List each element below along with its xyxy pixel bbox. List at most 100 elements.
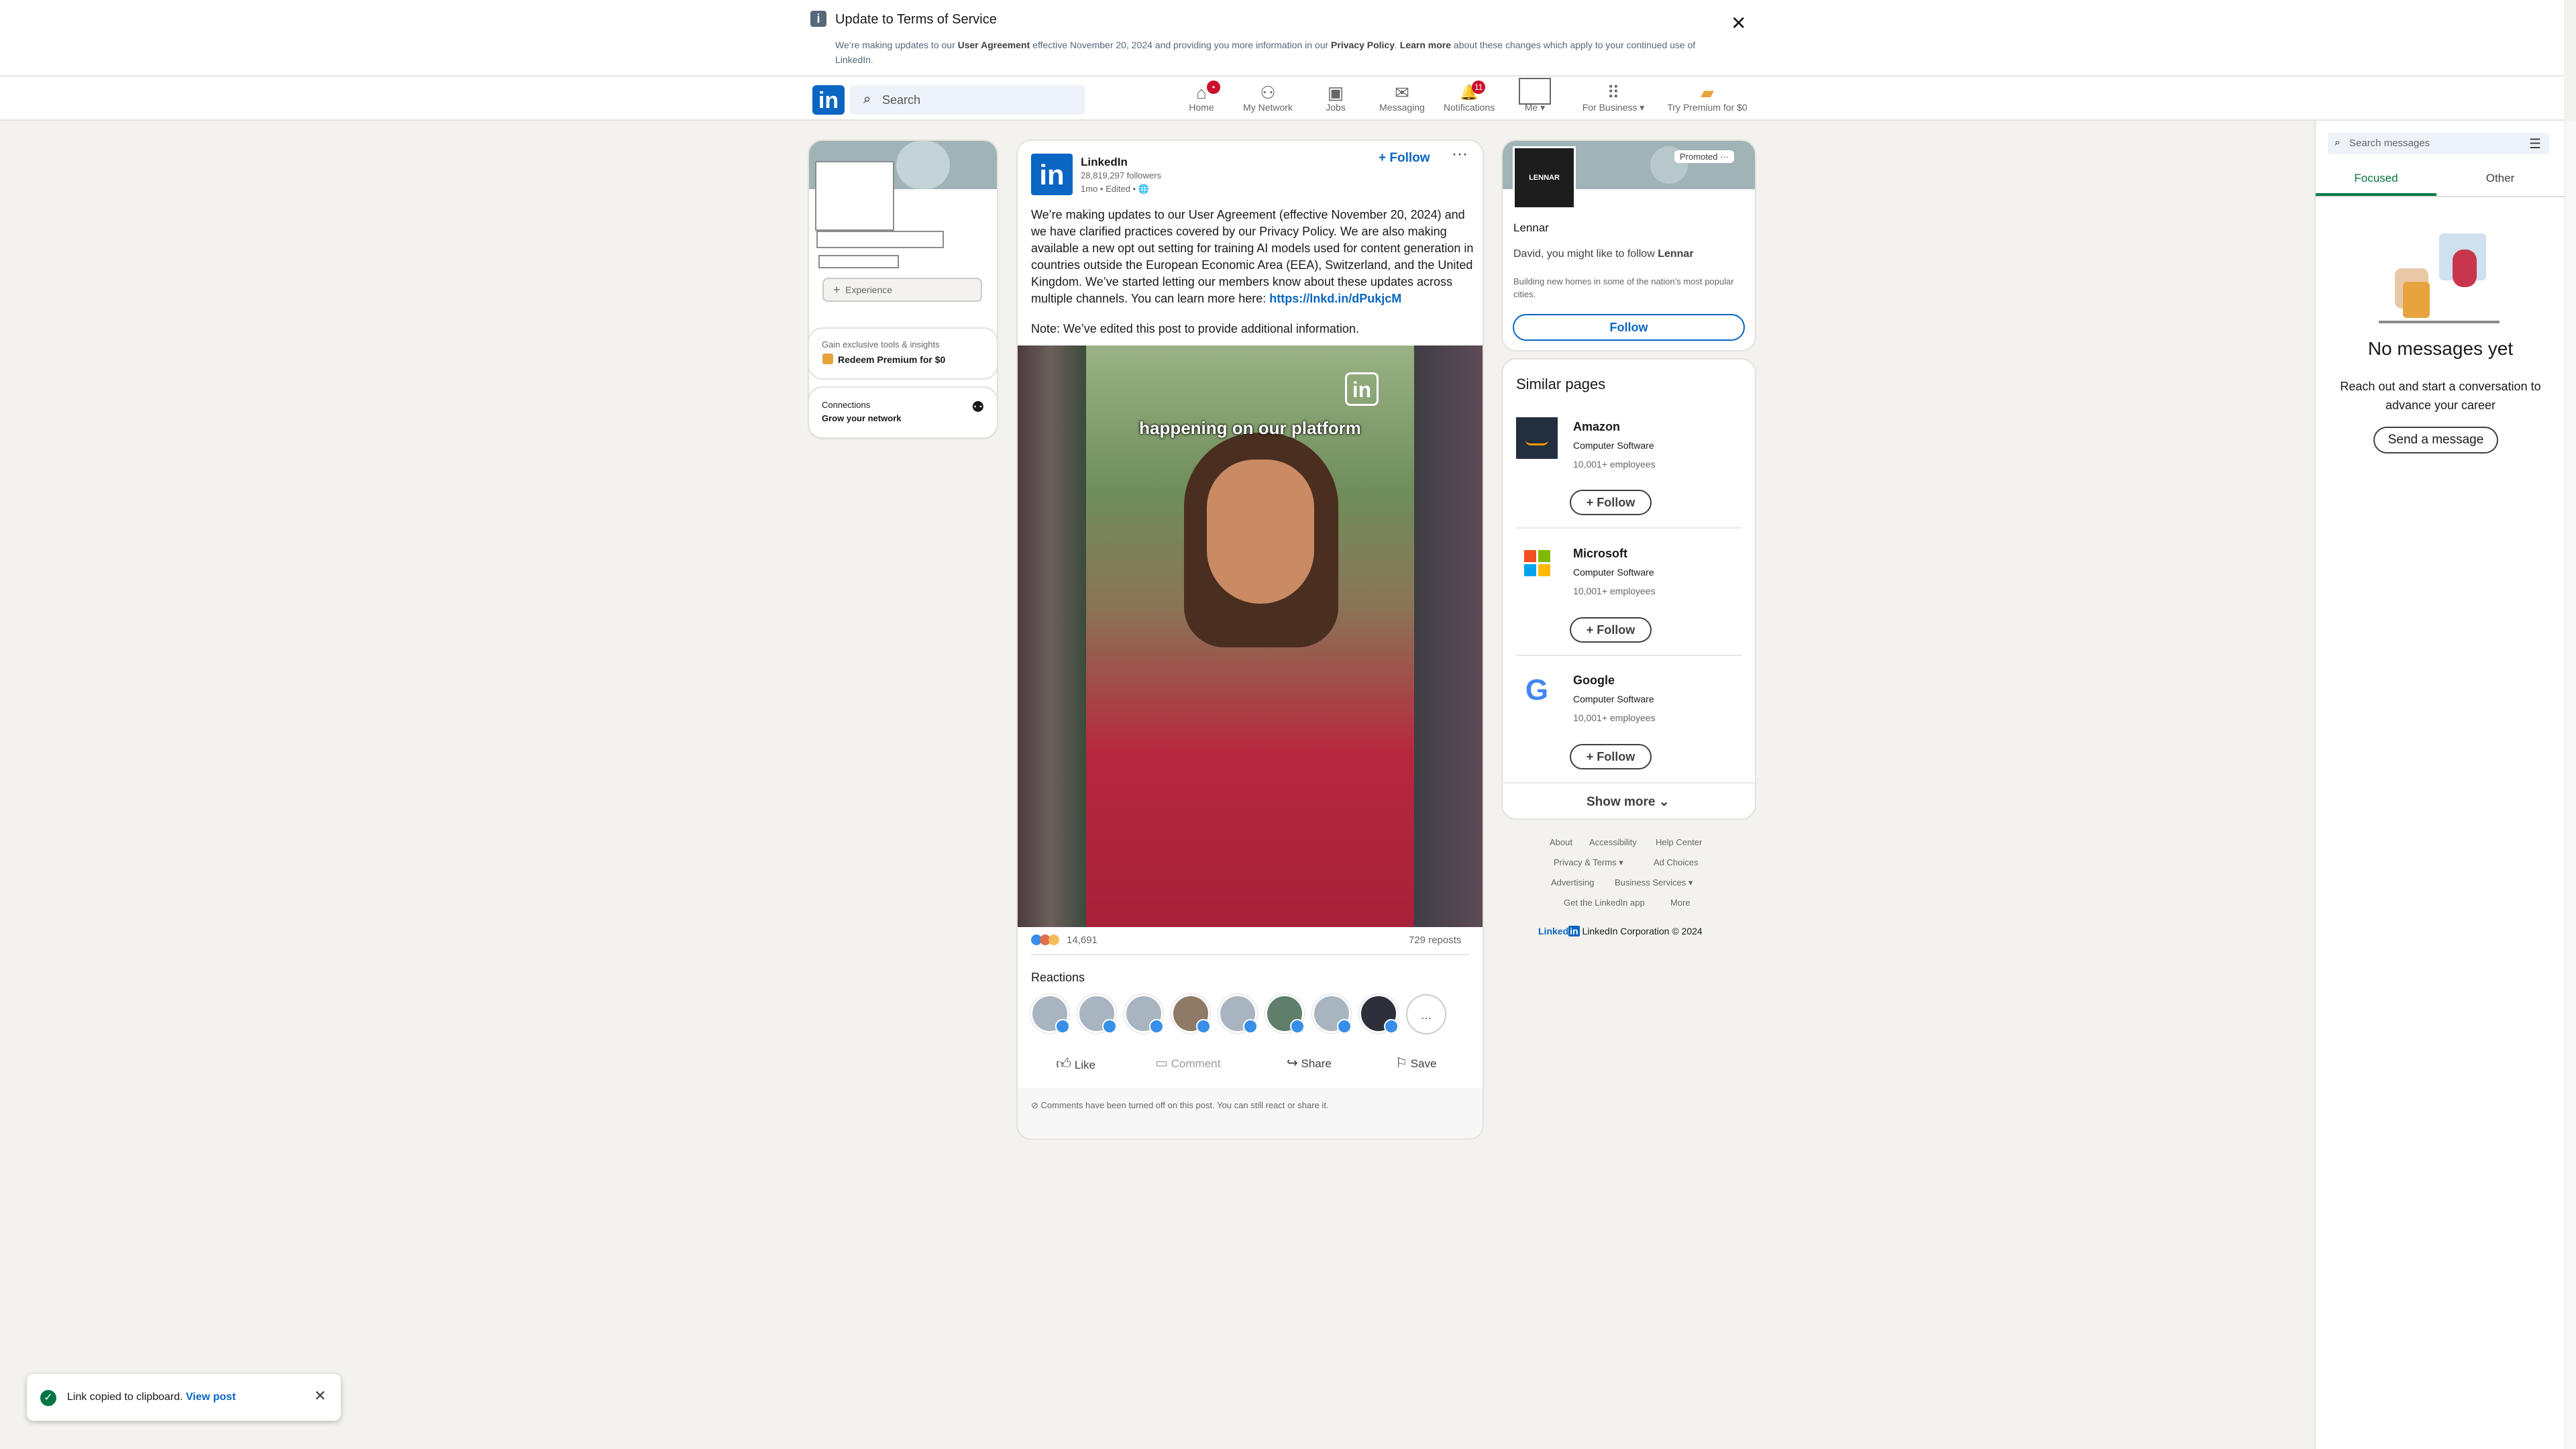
promoted-label[interactable]: Promoted ···: [1674, 150, 1734, 163]
nav-try-premium[interactable]: ▰ Try Premium for $0: [1657, 80, 1758, 113]
page-scrollbar[interactable]: [2565, 121, 2576, 1449]
search-input[interactable]: ⌕ Search: [850, 85, 1085, 115]
footer-more[interactable]: More: [1670, 898, 1690, 908]
ad-company[interactable]: Lennar: [1513, 221, 1549, 235]
company-name[interactable]: Google: [1573, 674, 1615, 688]
view-post-link[interactable]: View post: [186, 1391, 235, 1403]
linkedin-logo[interactable]: in: [812, 85, 845, 115]
grid-icon: ⠿: [1607, 83, 1620, 103]
premium-icon: [822, 354, 833, 364]
reactor-avatar[interactable]: [1030, 994, 1070, 1034]
company-employees: 10,001+ employees: [1573, 586, 1656, 596]
footer-advertising[interactable]: Advertising: [1551, 877, 1594, 888]
nav-messaging[interactable]: ✉ Messaging: [1368, 80, 1436, 113]
chat-icon: ✉: [1395, 83, 1409, 103]
save-button[interactable]: ⚐ Save: [1395, 1055, 1436, 1071]
more-options-icon[interactable]: ···: [1452, 145, 1468, 164]
ad-description: Building new homes in some of the nation…: [1513, 276, 1734, 299]
footer-business-services[interactable]: Business Services ▾: [1615, 877, 1693, 888]
learn-more-link[interactable]: Learn more: [1400, 40, 1451, 50]
follow-button[interactable]: + Follow: [1379, 151, 1430, 166]
user-agreement-link[interactable]: User Agreement: [958, 40, 1030, 50]
follow-amazon-button[interactable]: + Follow: [1570, 490, 1652, 515]
nav-notifications[interactable]: 🔔 11 Notifications: [1436, 80, 1503, 113]
nav-home[interactable]: ⌂ • Home: [1168, 80, 1235, 113]
share-button[interactable]: ↪ Share: [1287, 1055, 1332, 1071]
connections-card[interactable]: [809, 388, 997, 437]
privacy-policy-link[interactable]: Privacy Policy: [1331, 40, 1395, 50]
connections-label: Connections: [822, 400, 871, 410]
close-icon[interactable]: ✕: [1731, 12, 1746, 34]
footer-help-center[interactable]: Help Center: [1656, 837, 1702, 847]
follow-google-button[interactable]: + Follow: [1570, 744, 1652, 769]
post-link[interactable]: https://lnkd.in/dPukjcM: [1269, 292, 1401, 305]
profile-photo-placeholder[interactable]: [815, 161, 894, 231]
no-messages-title: No messages yet: [2367, 338, 2514, 359]
microsoft-logo[interactable]: [1524, 550, 1551, 577]
linkedin-author-logo[interactable]: in: [1031, 154, 1073, 195]
reposts-count[interactable]: 729 reposts: [1409, 934, 1461, 946]
profile-name-placeholder: [816, 231, 944, 248]
ad-follow-button[interactable]: Follow: [1513, 314, 1745, 341]
post-author[interactable]: LinkedIn: [1081, 156, 1128, 169]
nav-me[interactable]: Me ▾: [1501, 78, 1568, 113]
more-reactors-button[interactable]: ...: [1406, 994, 1446, 1034]
similar-pages-heading: Similar pages: [1516, 376, 1606, 392]
company-name[interactable]: Amazon: [1573, 420, 1620, 434]
tab-focused[interactable]: Focused: [2316, 165, 2436, 196]
comment-off-icon: ⊘: [1031, 1100, 1038, 1110]
follow-microsoft-button[interactable]: + Follow: [1570, 617, 1652, 643]
filter-icon[interactable]: ☰: [2529, 136, 2541, 152]
grow-network-link[interactable]: Grow your network: [822, 413, 901, 423]
lennar-logo[interactable]: LENNAR: [1513, 146, 1576, 209]
profile-headline-placeholder: [818, 255, 899, 268]
terms-notice-banner: i Update to Terms of Service We’re makin…: [0, 0, 2564, 76]
network-icon: ⚇: [1260, 83, 1276, 103]
notice-body: We’re making updates to our User Agreeme…: [835, 40, 1696, 65]
premium-cta[interactable]: Redeem Premium for $0: [838, 354, 945, 365]
close-icon[interactable]: ✕: [314, 1387, 326, 1405]
amazon-smile-icon: [1525, 440, 1548, 445]
comments-off-bar: [1018, 1088, 1483, 1138]
more-options-icon[interactable]: ···: [1720, 152, 1729, 162]
like-button[interactable]: 👍︎ Like: [1056, 1055, 1095, 1073]
nav-for-business[interactable]: ⠿ For Business ▾: [1580, 80, 1647, 113]
nav-jobs[interactable]: ▣ Jobs: [1302, 80, 1369, 113]
send-message-button[interactable]: Send a message: [2373, 427, 2498, 453]
reactions-count[interactable]: 14,691: [1067, 934, 1097, 946]
amazon-logo[interactable]: [1516, 417, 1558, 459]
show-more-button[interactable]: Show more ⌄: [1587, 794, 1670, 810]
divider: [1503, 782, 1755, 784]
company-industry: Computer Software: [1573, 440, 1654, 451]
footer-get-app[interactable]: Get the LinkedIn app: [1564, 898, 1645, 908]
plus-icon: +: [833, 283, 841, 297]
home-badge: •: [1207, 80, 1220, 94]
bookmark-icon: ⚐: [1395, 1056, 1407, 1071]
company-employees: 10,001+ employees: [1573, 712, 1656, 723]
post-video[interactable]: in happening on our platform: [1018, 345, 1483, 927]
reaction-icons[interactable]: [1031, 934, 1059, 949]
footer-about[interactable]: About: [1550, 837, 1572, 847]
reactor-avatar[interactable]: [1359, 994, 1399, 1034]
nav-my-network[interactable]: ⚇ My Network: [1234, 80, 1301, 113]
divider: [1516, 655, 1741, 656]
toast-message: Link copied to clipboard. View post: [67, 1391, 236, 1403]
premium-card[interactable]: [809, 329, 997, 378]
tab-other[interactable]: Other: [2436, 165, 2564, 196]
reactor-avatar[interactable]: [1077, 994, 1117, 1034]
footer-accessibility[interactable]: Accessibility: [1589, 837, 1637, 847]
reactor-avatar[interactable]: [1124, 994, 1164, 1034]
reactor-avatar[interactable]: [1265, 994, 1305, 1034]
footer-privacy-terms[interactable]: Privacy & Terms ▾: [1554, 857, 1623, 868]
search-messages-input[interactable]: ⌕ Search messages: [2328, 133, 2549, 154]
experience-button[interactable]: + Experience: [822, 278, 982, 302]
footer-ad-choices[interactable]: Ad Choices: [1654, 857, 1698, 867]
search-icon: ⌕: [863, 92, 871, 107]
reactor-avatar[interactable]: [1312, 994, 1352, 1034]
reactor-avatar[interactable]: [1218, 994, 1258, 1034]
notice-title: Update to Terms of Service: [835, 12, 997, 27]
comment-button: ▭ Comment: [1155, 1056, 1221, 1071]
company-name[interactable]: Microsoft: [1573, 547, 1627, 561]
reactor-avatar[interactable]: [1171, 994, 1211, 1034]
google-logo[interactable]: G: [1520, 674, 1554, 707]
